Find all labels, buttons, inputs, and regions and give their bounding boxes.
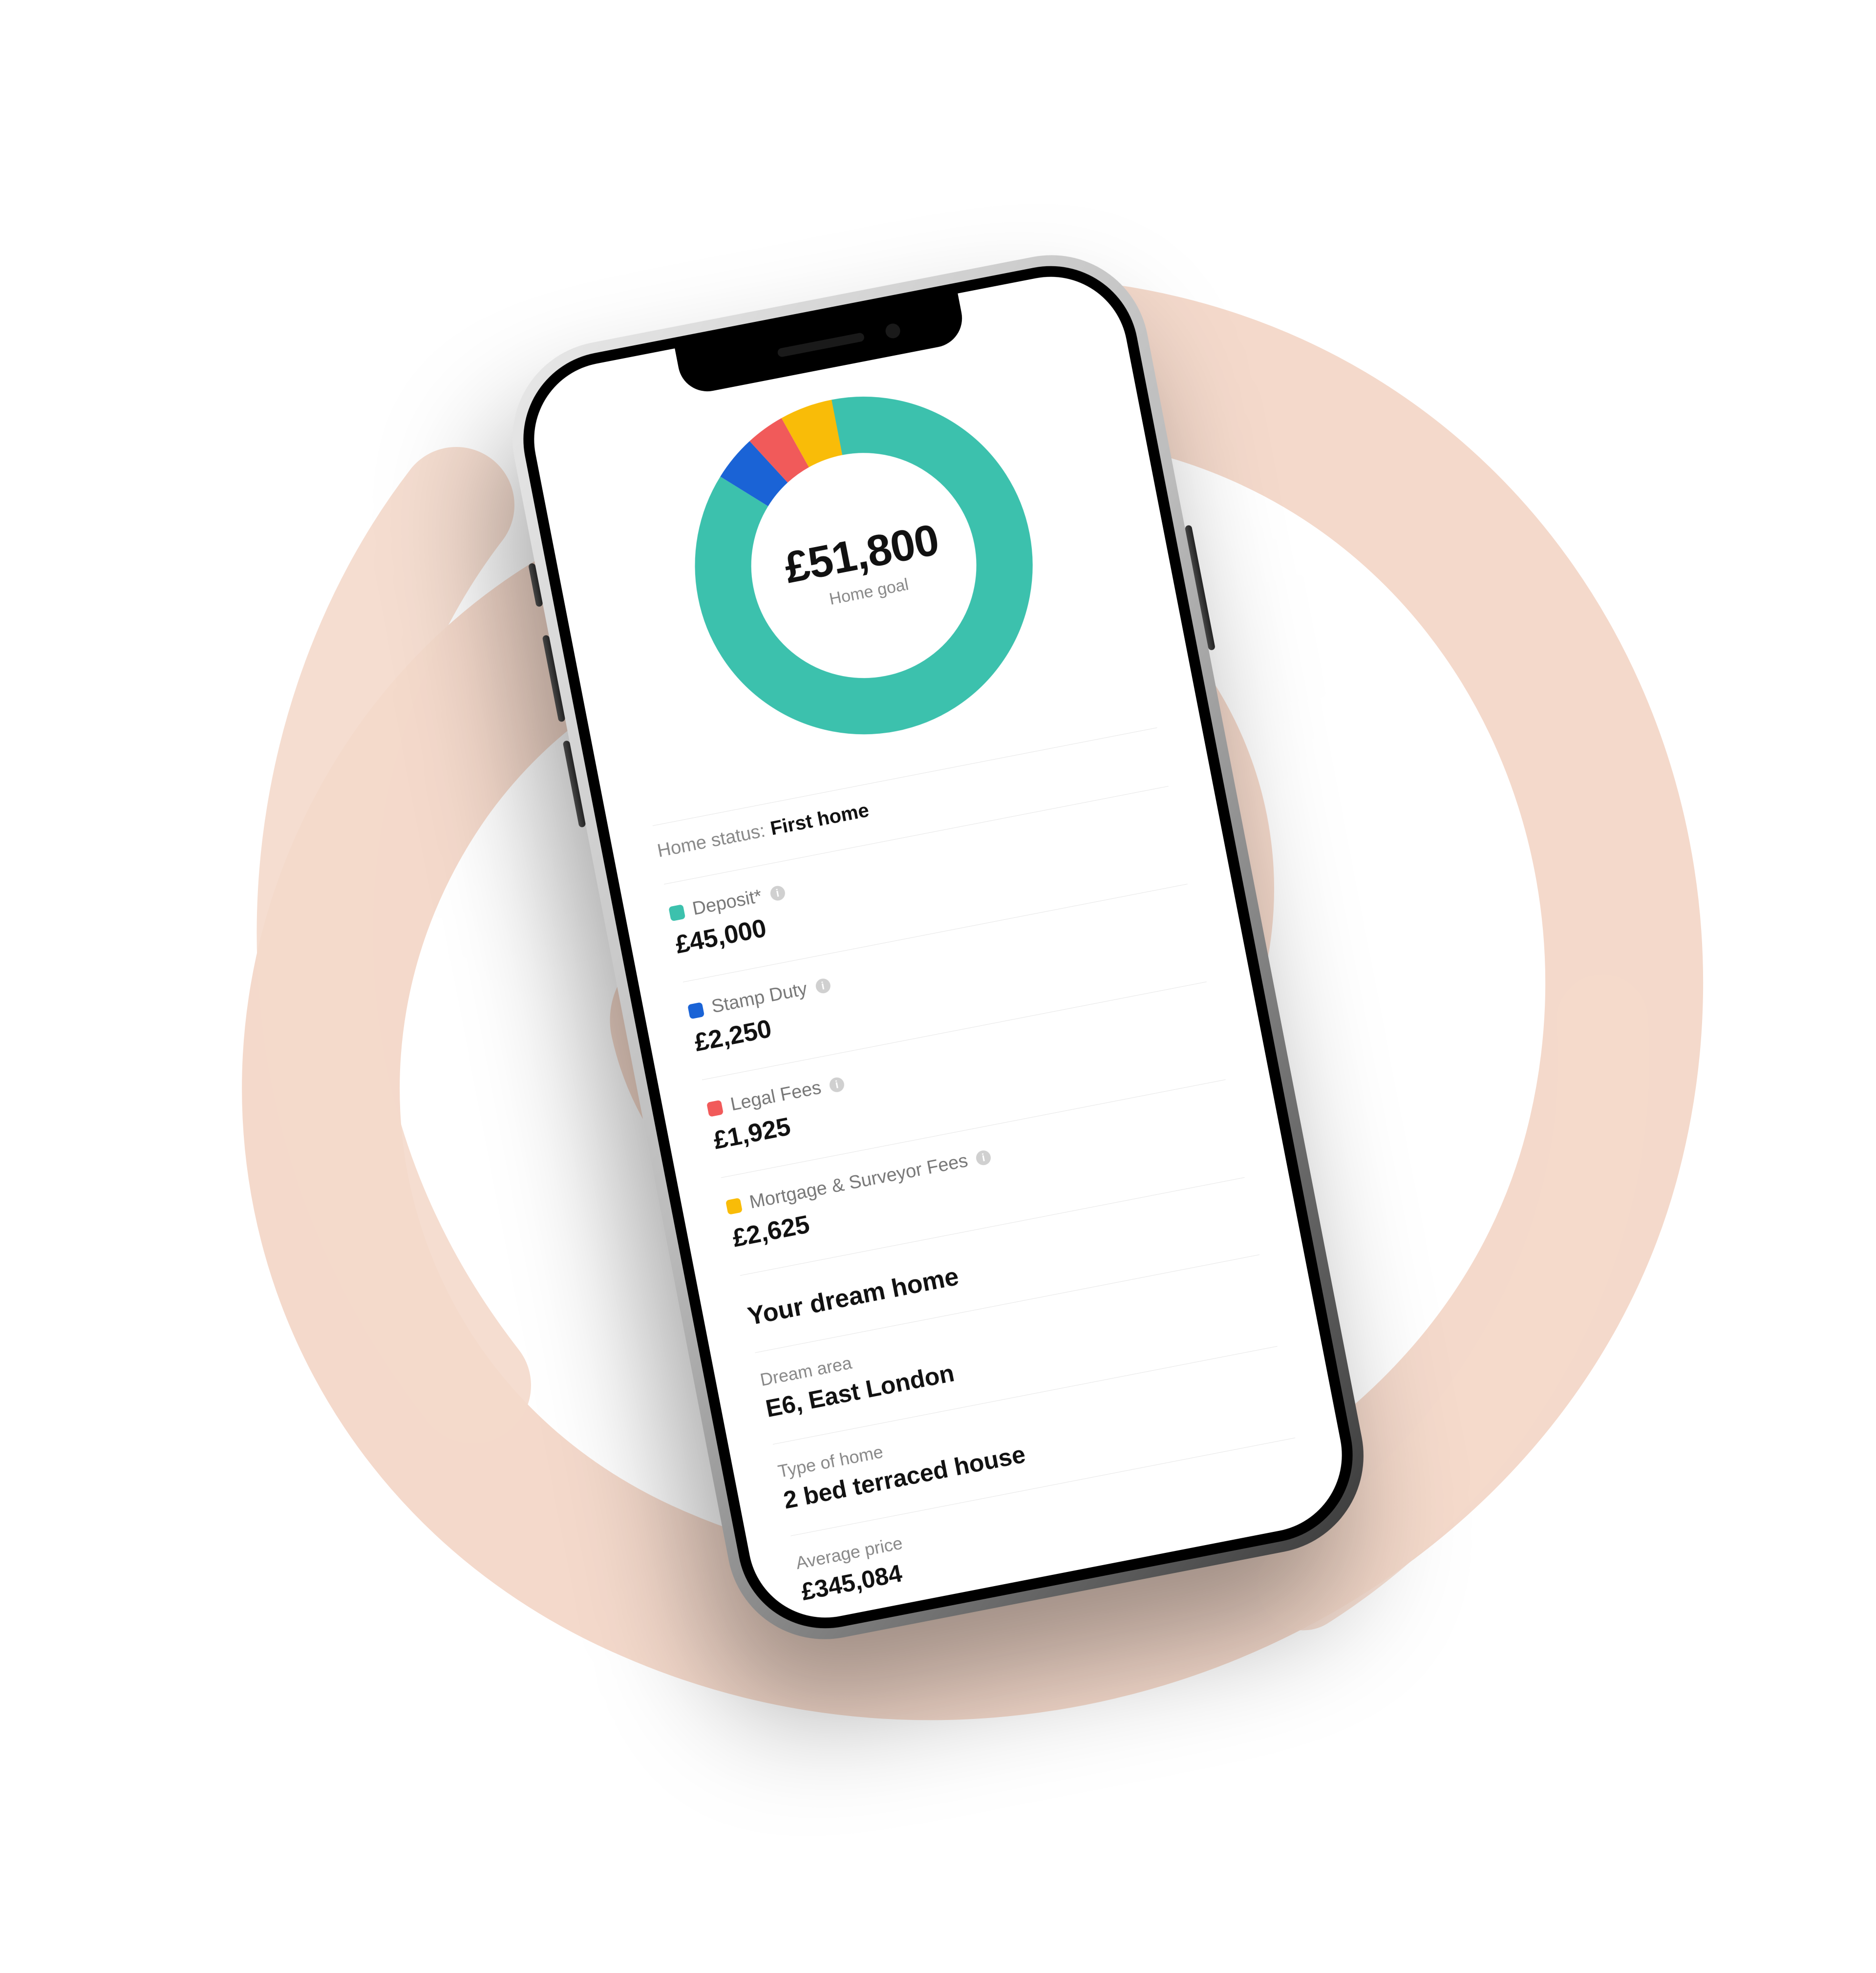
- camera-icon: [884, 322, 901, 339]
- phone-mockup: £51,800 Home goal Home status: First hom…: [496, 238, 1381, 1655]
- goal-amount: £51,800: [781, 514, 943, 594]
- home-status-label: Home status:: [656, 820, 767, 862]
- home-goal-chart: £51,800 Home goal: [578, 343, 1150, 787]
- swatch-mortgage-surveyor: [725, 1197, 743, 1214]
- home-status-value: First home: [768, 799, 871, 840]
- info-icon[interactable]: i: [828, 1076, 845, 1093]
- info-icon[interactable]: i: [975, 1149, 992, 1166]
- swatch-stamp-duty: [687, 1001, 704, 1018]
- legend-label: Deposit*: [691, 886, 764, 920]
- app-screen: £51,800 Home goal Home status: First hom…: [521, 263, 1355, 1631]
- info-icon[interactable]: i: [814, 977, 831, 994]
- swatch-deposit: [668, 904, 685, 921]
- mute-switch: [528, 563, 543, 607]
- swatch-legal-fees: [706, 1100, 724, 1117]
- info-icon[interactable]: i: [769, 884, 786, 901]
- speaker-icon: [777, 332, 865, 358]
